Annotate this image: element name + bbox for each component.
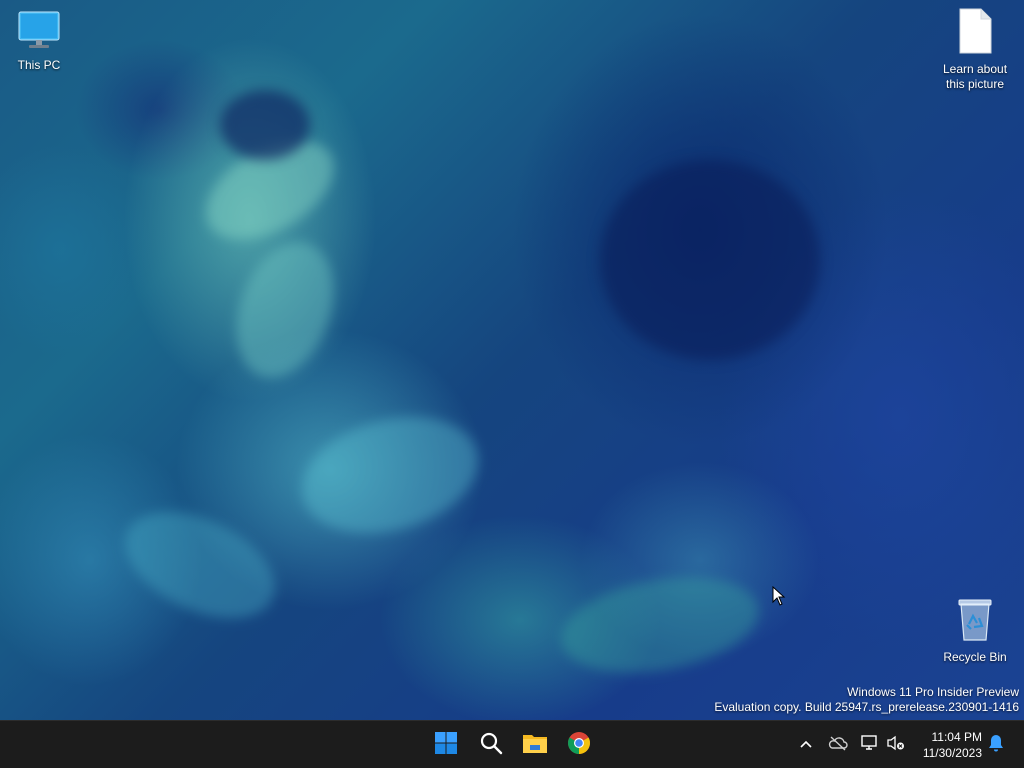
- volume-button[interactable]: [884, 733, 908, 757]
- wallpaper-swirl: [218, 228, 352, 392]
- evaluation-watermark: Windows 11 Pro Insider Preview Evaluatio…: [714, 685, 1019, 715]
- notification-bell-icon: [987, 733, 1005, 758]
- document-icon: [936, 8, 1014, 58]
- volume-muted-icon: [886, 734, 906, 757]
- desktop-icon-recycle-bin[interactable]: Recycle Bin: [936, 596, 1014, 665]
- learn-about-label: Learn about this picture: [942, 62, 1008, 91]
- wallpaper-swirl: [108, 490, 292, 640]
- chrome-button[interactable]: [563, 729, 595, 761]
- desktop[interactable]: This PC Learn about this picture Recycle…: [0, 0, 1024, 720]
- watermark-line-1: Windows 11 Pro Insider Preview: [847, 685, 1019, 699]
- watermark-line-2: Evaluation copy. Build 25947.rs_prerelea…: [714, 700, 1019, 714]
- mouse-cursor-icon: [772, 585, 786, 611]
- start-icon: [434, 731, 458, 760]
- computer-monitor-icon: [1, 10, 77, 54]
- this-pc-label: This PC: [17, 58, 61, 72]
- wallpaper-swirl: [553, 563, 767, 687]
- desktop-icon-learn-about-picture[interactable]: Learn about this picture: [936, 8, 1014, 92]
- wallpaper-swirl: [220, 90, 310, 160]
- file-explorer-icon: [522, 731, 548, 760]
- search-button[interactable]: [475, 729, 507, 761]
- taskbar: 11:04 PM 11/30/2023: [0, 720, 1024, 768]
- clock-date: 11/30/2023: [922, 746, 982, 760]
- file-explorer-button[interactable]: [519, 729, 551, 761]
- show-hidden-icons-button[interactable]: [794, 733, 818, 757]
- clock-time: 11:04 PM: [931, 730, 982, 744]
- start-button[interactable]: [430, 729, 462, 761]
- clock[interactable]: 11:04 PM 11/30/2023: [923, 729, 982, 761]
- search-icon: [479, 731, 503, 760]
- onedrive-button[interactable]: [826, 733, 850, 757]
- onedrive-icon: [828, 735, 848, 756]
- chrome-icon: [567, 731, 591, 760]
- recycle-bin-icon: [936, 596, 1014, 646]
- network-icon: [860, 734, 880, 757]
- recycle-bin-label: Recycle Bin: [943, 650, 1007, 664]
- chevron-up-icon: [799, 736, 813, 754]
- network-button[interactable]: [858, 733, 882, 757]
- notifications-button[interactable]: [984, 733, 1008, 757]
- wallpaper-swirl: [288, 398, 492, 552]
- desktop-icon-this-pc[interactable]: This PC: [1, 10, 77, 73]
- wallpaper-swirl: [600, 160, 820, 360]
